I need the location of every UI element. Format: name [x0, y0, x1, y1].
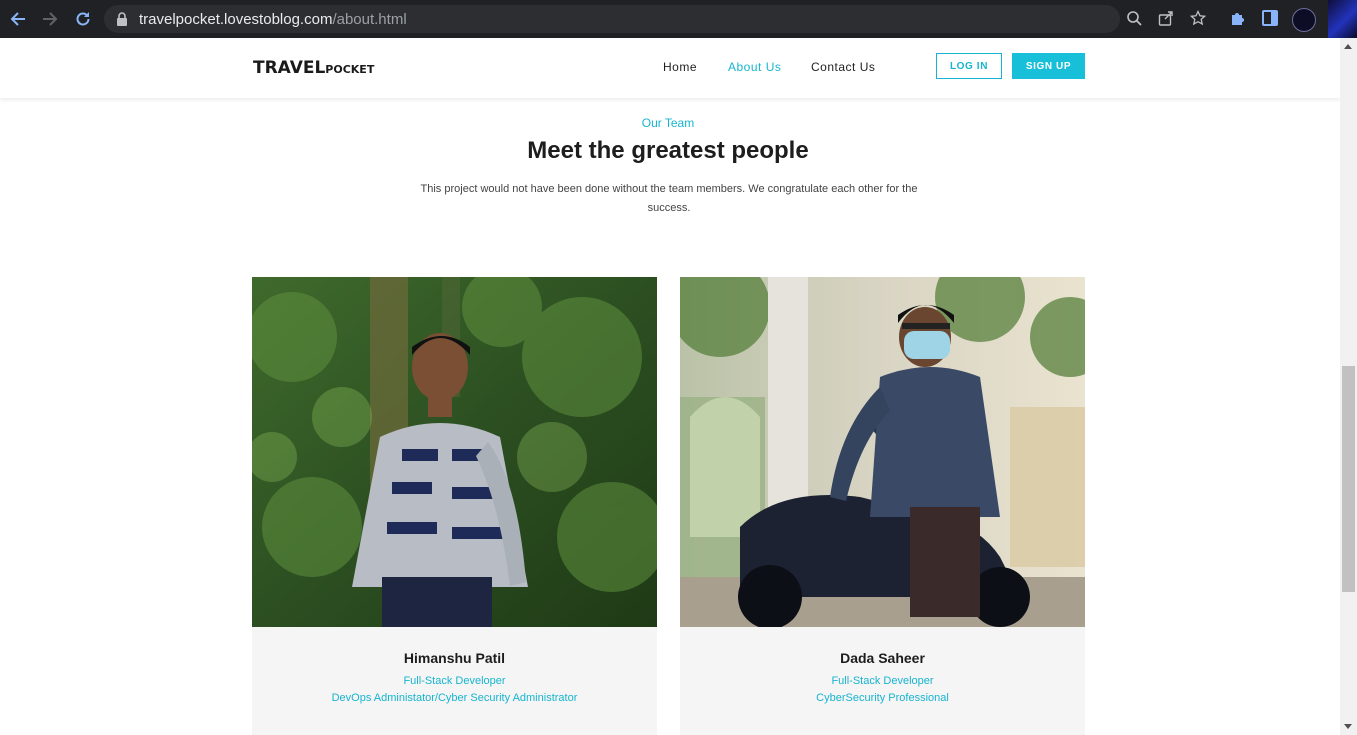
side-panel-icon[interactable]	[1261, 9, 1281, 29]
team-member-role: Full-Stack Developer	[403, 675, 506, 687]
signup-button[interactable]: SIGN UP	[1012, 53, 1085, 79]
page-scrollbar[interactable]	[1340, 38, 1357, 735]
site-header: TRAVELPOCKET Home About Us Contact Us LO…	[0, 38, 1340, 98]
lock-icon[interactable]	[116, 12, 128, 31]
team-member-photo	[680, 277, 1085, 627]
team-member-photo	[252, 277, 657, 627]
scrollbar-thumb[interactable]	[1342, 366, 1355, 592]
team-member-name: Himanshu Patil	[403, 650, 506, 666]
section-title: Meet the greatest people	[527, 137, 809, 164]
team-member-role: Full-Stack Developer	[831, 675, 934, 687]
share-icon[interactable]	[1158, 10, 1176, 28]
team-member-card: Himanshu Patil Full-Stack Developer DevO…	[252, 277, 657, 735]
back-arrow-icon[interactable]	[6, 7, 30, 31]
url-text[interactable]: travelpocket.lovestoblog.com/about.html	[139, 11, 407, 28]
forward-arrow-icon[interactable]	[38, 7, 62, 31]
nav-home[interactable]: Home	[663, 60, 697, 74]
browser-toolbar: travelpocket.lovestoblog.com/about.html	[0, 0, 1357, 38]
nav-contact-us[interactable]: Contact Us	[811, 60, 875, 74]
profile-avatar-icon[interactable]	[1292, 8, 1316, 32]
extensions-puzzle-icon[interactable]	[1229, 9, 1249, 29]
section-description: This project would not have been done wi…	[420, 183, 918, 214]
team-member-role: CyberSecurity Professional	[816, 692, 949, 704]
login-button[interactable]: LOG IN	[936, 53, 1002, 79]
reload-icon[interactable]	[71, 7, 95, 31]
window-edge-decoration	[1328, 0, 1357, 38]
site-logo[interactable]: TRAVELPOCKET	[253, 58, 374, 78]
zoom-icon[interactable]	[1126, 10, 1144, 28]
section-eyebrow: Our Team	[641, 116, 695, 130]
team-member-card: Dada Saheer Full-Stack Developer CyberSe…	[680, 277, 1085, 735]
address-bar[interactable]: travelpocket.lovestoblog.com/about.html	[104, 5, 1207, 33]
bookmark-star-icon[interactable]	[1189, 9, 1208, 28]
scroll-up-icon[interactable]	[1344, 44, 1352, 49]
team-member-name: Dada Saheer	[840, 650, 925, 666]
scroll-down-icon[interactable]	[1344, 724, 1352, 729]
team-member-role: DevOps Administator/Cyber Security Admin…	[331, 692, 578, 704]
nav-about-us[interactable]: About Us	[728, 60, 781, 74]
